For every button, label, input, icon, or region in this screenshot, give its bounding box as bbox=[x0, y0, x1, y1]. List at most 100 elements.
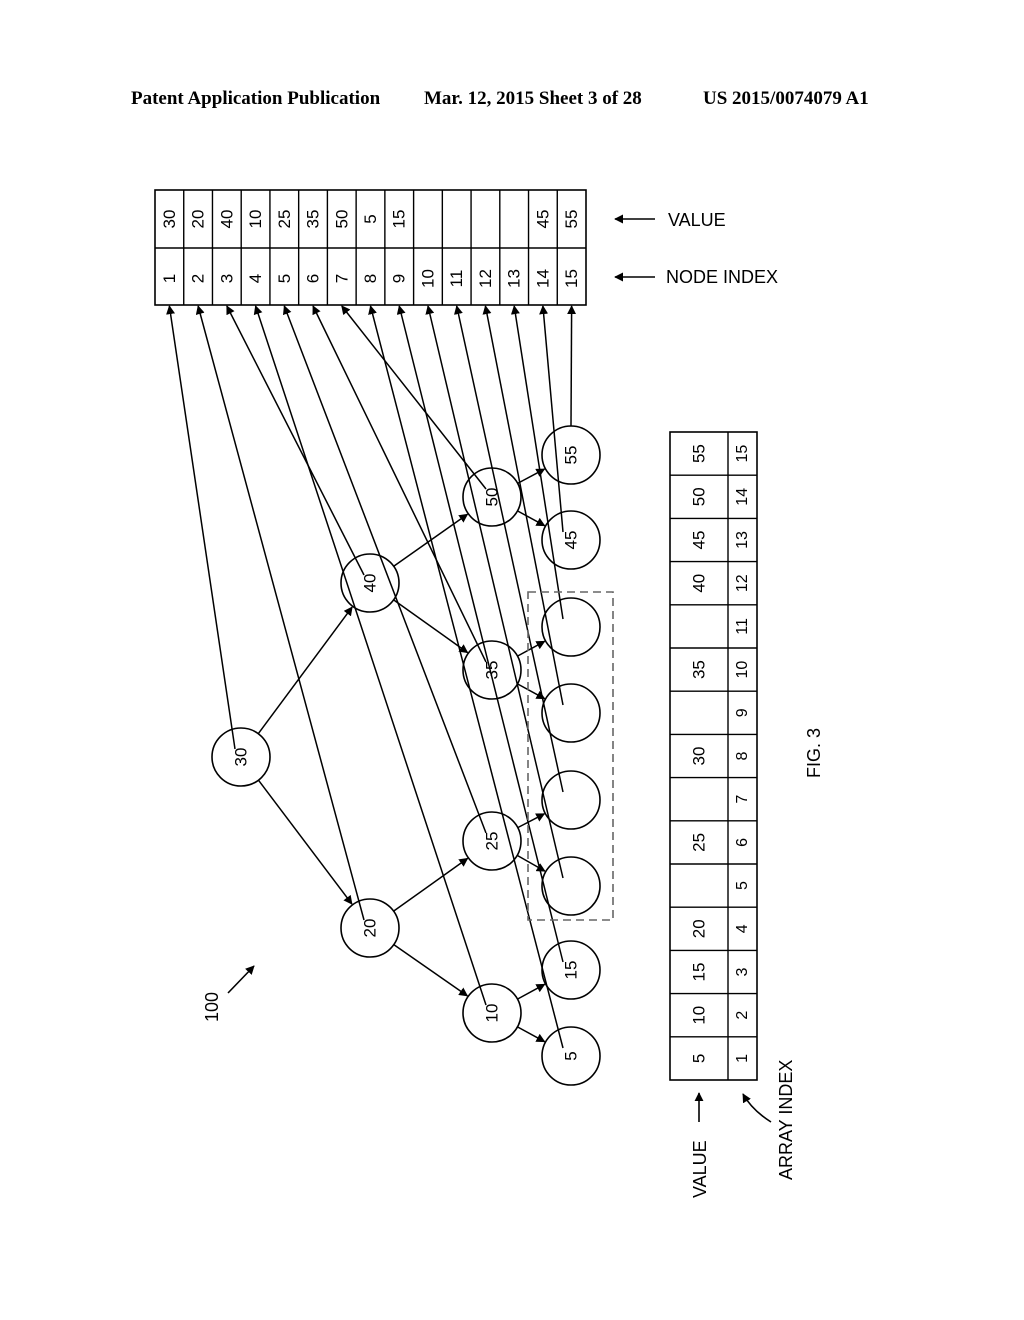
array-table-index-12: 12 bbox=[734, 574, 751, 592]
array-table-index-11: 11 bbox=[734, 618, 751, 635]
array-table-index-5: 5 bbox=[734, 881, 751, 890]
node-table-index-14: 14 bbox=[533, 269, 552, 288]
array-table-index-15: 15 bbox=[734, 445, 751, 463]
array-table-index-13: 13 bbox=[734, 531, 751, 549]
array-index-table: 5101520253035404550551234567891011121314… bbox=[669, 431, 758, 1081]
node-table-value-14: 45 bbox=[533, 210, 552, 229]
array-table-index-8: 8 bbox=[734, 751, 751, 760]
tree-node-25: 25 bbox=[462, 811, 522, 871]
array-table-value-2: 10 bbox=[690, 1006, 709, 1025]
node-table-index-11: 11 bbox=[447, 270, 466, 288]
pointer-node-15 bbox=[567, 305, 577, 427]
array-table-index-3: 3 bbox=[734, 967, 751, 976]
node-table-value-label: VALUE bbox=[668, 210, 726, 230]
tree-node-empty-13 bbox=[541, 597, 601, 657]
node-value: 35 bbox=[483, 661, 502, 680]
node-table-value-1: 30 bbox=[160, 210, 179, 229]
tree-node-10: 10 bbox=[462, 983, 522, 1043]
tree-node-empty-12 bbox=[541, 683, 601, 743]
edge-5-11 bbox=[517, 813, 546, 829]
edge-4-8 bbox=[517, 1026, 546, 1043]
tree-node-empty-11 bbox=[541, 770, 601, 830]
array-table-value-6: 25 bbox=[690, 833, 709, 852]
edge-5-10 bbox=[516, 854, 546, 872]
node-table-index-7: 7 bbox=[332, 274, 351, 283]
array-table-value-14: 50 bbox=[690, 487, 709, 506]
edge-3-6 bbox=[393, 599, 469, 654]
array-table-value-8: 30 bbox=[690, 747, 709, 766]
node-table-value-3: 40 bbox=[217, 210, 236, 229]
node-table-index-6: 6 bbox=[304, 274, 323, 283]
node-table-index-10: 10 bbox=[418, 269, 437, 288]
array-table-index-6: 6 bbox=[734, 838, 751, 847]
node-table-index-15: 15 bbox=[562, 269, 581, 288]
node-table-value-8: 5 bbox=[361, 214, 380, 223]
array-table-value-10: 35 bbox=[690, 660, 709, 679]
node-index-table: 30 20 40 10 25 35 50 5 15 45 551 2 3 4 5 6 7 8 9 10 11 12 13 14… bbox=[154, 189, 587, 306]
array-table-index-7: 7 bbox=[734, 795, 751, 804]
array-table-value-13: 45 bbox=[690, 531, 709, 550]
pointer-node-2 bbox=[195, 305, 365, 921]
node-table-index-8: 8 bbox=[361, 274, 380, 283]
array-table-value-4: 20 bbox=[690, 919, 709, 938]
edge-4-9 bbox=[517, 983, 546, 1000]
pointer-node-1 bbox=[166, 305, 236, 750]
array-table-value-15: 55 bbox=[690, 444, 709, 463]
node-circle bbox=[541, 770, 601, 830]
tree-node-20: 20 bbox=[340, 898, 400, 958]
reference-arrow-icon bbox=[227, 965, 255, 994]
node-circle bbox=[541, 683, 601, 743]
edge-2-4 bbox=[393, 943, 469, 997]
node-table-index-1: 1 bbox=[160, 274, 179, 283]
tree-node-35: 35 bbox=[462, 640, 522, 700]
node-table-index-label: NODE INDEX bbox=[666, 267, 778, 287]
array-table-index-label: ARRAY INDEX bbox=[776, 1060, 796, 1180]
edge-7-14 bbox=[517, 510, 546, 527]
tree-node-40: 40 bbox=[340, 553, 400, 613]
array-index-arrow-icon bbox=[742, 1093, 772, 1123]
array-table-index-2: 2 bbox=[734, 1011, 751, 1020]
array-table-index-1: 1 bbox=[734, 1054, 751, 1063]
array-table-index-14: 14 bbox=[734, 488, 751, 506]
array-table-index-9: 9 bbox=[734, 708, 751, 717]
tree-node-55: 55 bbox=[541, 425, 601, 485]
node-table-index-9: 9 bbox=[390, 274, 409, 283]
pointer-node-3 bbox=[226, 305, 365, 576]
array-table-value-12: 40 bbox=[690, 574, 709, 593]
figure-label: FIG. 3 bbox=[804, 728, 824, 778]
node-table-value-2: 20 bbox=[189, 210, 208, 229]
edge-1-3 bbox=[257, 606, 353, 735]
tree-node-45: 45 bbox=[541, 510, 601, 570]
node-value: 55 bbox=[562, 446, 581, 465]
array-table-index-4: 4 bbox=[734, 924, 751, 933]
tree-node-5: 5 bbox=[541, 1026, 601, 1086]
tree-edges bbox=[257, 468, 546, 1043]
node-table-value-15: 55 bbox=[562, 210, 581, 229]
node-value: 15 bbox=[562, 961, 581, 980]
edge-1-2 bbox=[257, 779, 353, 905]
edge-2-5 bbox=[393, 857, 469, 912]
tree-node-30: 30 bbox=[211, 727, 271, 787]
node-value: 30 bbox=[232, 748, 251, 767]
tree-node-50: 50 bbox=[462, 467, 522, 527]
node-table-value-6: 35 bbox=[304, 210, 323, 229]
node-table-index-3: 3 bbox=[217, 274, 236, 283]
node-table-value-9: 15 bbox=[390, 210, 409, 229]
tree-node-15: 15 bbox=[541, 940, 601, 1000]
array-table-value-3: 15 bbox=[690, 963, 709, 982]
node-table-value-4: 10 bbox=[246, 210, 265, 229]
array-table-index-10: 10 bbox=[734, 661, 751, 679]
node-value: 50 bbox=[483, 488, 502, 507]
node-table-index-12: 12 bbox=[476, 269, 495, 288]
node-table-value-7: 50 bbox=[332, 210, 351, 229]
tree-node-empty-10 bbox=[541, 856, 601, 916]
node-value: 25 bbox=[483, 832, 502, 851]
figure-diagram: 302040102535505154555 30 20 40 10 25 35 50 5 15 4… bbox=[154, 189, 824, 1198]
node-circle bbox=[541, 597, 601, 657]
node-value: 10 bbox=[483, 1004, 502, 1023]
node-table-index-13: 13 bbox=[505, 269, 524, 288]
node-value: 20 bbox=[361, 919, 380, 938]
node-value: 40 bbox=[361, 574, 380, 593]
pointer-node-14 bbox=[539, 305, 564, 533]
node-circle bbox=[541, 856, 601, 916]
